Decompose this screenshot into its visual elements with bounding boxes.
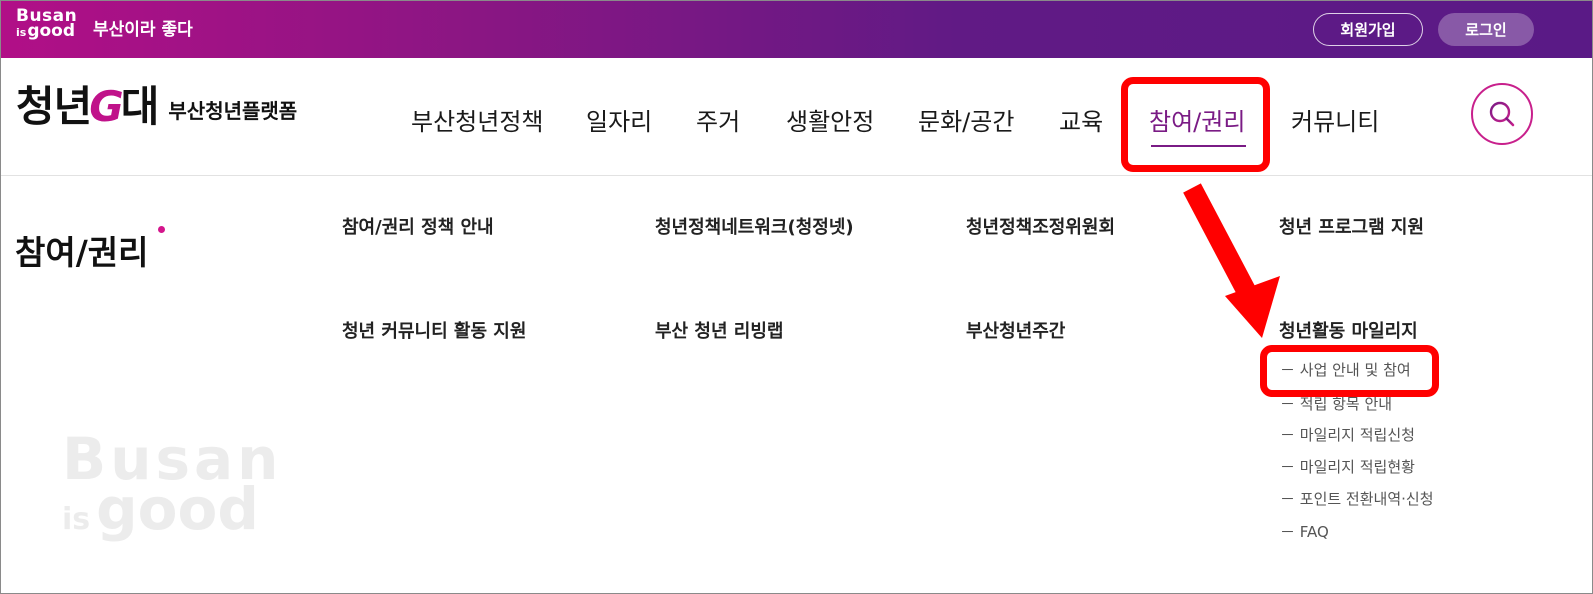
nav-item-culture[interactable]: 문화/공간 [918,102,1014,137]
busan-is-good-watermark: Busan is good [62,430,282,538]
menu-item-program-support[interactable]: 청년 프로그램 지원 [1279,213,1424,239]
menu-item-youth-week[interactable]: 부산청년주간 [966,317,1065,343]
nav-item-jobs[interactable]: 일자리 [586,102,652,137]
logo-good-text: good [27,21,76,41]
submenu-item-faq[interactable]: － FAQ [1280,521,1329,542]
busan-is-good-logo[interactable]: Busan isgood [16,8,77,40]
submenu-item-earning-status[interactable]: － 마일리지 적립현황 [1280,456,1415,477]
search-button[interactable] [1471,83,1533,145]
submenu-item-program-info-highlighted[interactable]: － 사업 안내 및 참여 [1280,359,1411,380]
brand-mark: 청년 G 대 [16,82,160,131]
signup-button[interactable]: 회원가입 [1313,13,1423,46]
nav-item-housing[interactable]: 주거 [696,102,740,137]
nav-item-community[interactable]: 커뮤니티 [1291,102,1379,137]
submenu-item-earning-request[interactable]: － 마일리지 적립신청 [1280,424,1415,445]
main-header: 청년 G 대 부산청년플랫폼 부산청년정책 일자리 주거 생활안정 문화/공간 … [1,58,1592,176]
nav-item-education[interactable]: 교육 [1059,102,1103,137]
brand-mark-left: 청년 [16,82,92,131]
menu-item-youth-network[interactable]: 청년정책네트워크(청정넷) [655,213,854,239]
search-icon [1489,101,1515,127]
brand-subtitle: 부산청년플랫폼 [168,99,298,123]
site-logo[interactable]: 청년 G 대 부산청년플랫폼 [16,86,297,128]
section-title-dot [158,226,165,233]
submenu-item-point-conversion[interactable]: － 포인트 전환내역·신청 [1280,488,1434,509]
watermark-good: good [96,475,259,543]
menu-item-community-support[interactable]: 청년 커뮤니티 활동 지원 [342,317,526,343]
brand-mark-right: 대 [120,82,160,131]
slogan-text: 부산이라 좋다 [93,20,193,40]
menu-item-activity-mileage[interactable]: 청년활동 마일리지 [1279,317,1418,343]
section-title: 참여/권리 [15,233,149,272]
menu-item-policy-guide[interactable]: 참여/권리 정책 안내 [342,213,494,239]
menu-item-policy-committee[interactable]: 청년정책조정위원회 [966,213,1115,239]
annotation-nav-highlight [1121,77,1270,172]
login-button[interactable]: 로그인 [1438,13,1534,46]
nav-item-youth-policy[interactable]: 부산청년정책 [411,102,543,137]
brand-mark-g: G [89,82,123,131]
logo-is-text: is [16,26,27,39]
watermark-is: is [62,502,91,537]
menu-item-living-lab[interactable]: 부산 청년 리빙랩 [655,317,783,343]
nav-item-living[interactable]: 생활안정 [786,102,874,137]
top-bar: Busan isgood 부산이라 좋다 회원가입 로그인 [1,1,1592,58]
